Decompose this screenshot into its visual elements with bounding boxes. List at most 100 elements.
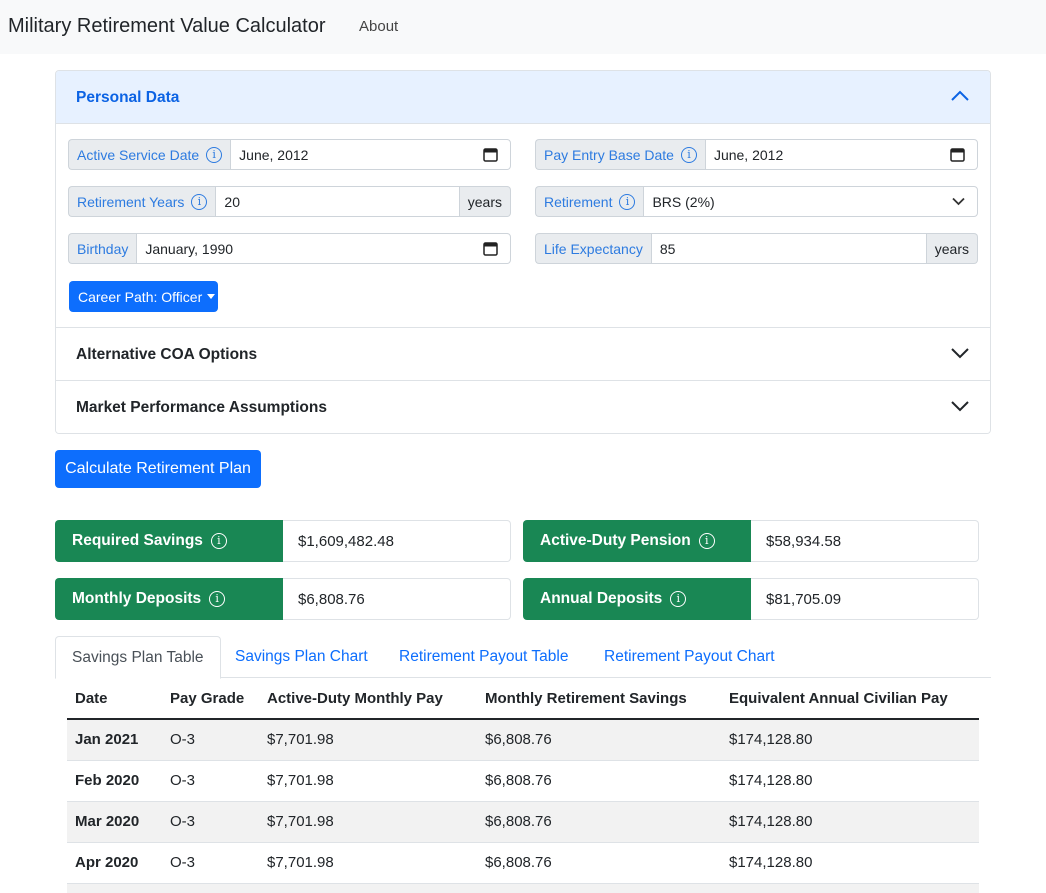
monthly-deposits-result: Monthly Deposits i $6,808.76 bbox=[55, 578, 511, 620]
column-header-civilian-pay: Equivalent Annual Civilian Pay bbox=[721, 679, 979, 720]
retirement-savings-cell: $6,808.76 bbox=[477, 719, 721, 761]
life-expectancy-suffix: years bbox=[926, 233, 978, 264]
pay-grade-cell: O-3 bbox=[162, 760, 259, 802]
alternative-coa-header[interactable]: Alternative COA Options bbox=[56, 327, 990, 380]
active-duty-pension-value: $58,934.58 bbox=[751, 520, 979, 562]
pay-entry-base-date-label: Pay Entry Base Date i bbox=[535, 139, 705, 170]
info-circle-icon[interactable]: i bbox=[191, 193, 208, 210]
chevron-down-icon bbox=[951, 401, 969, 412]
monthly-pay-cell: $7,701.98 bbox=[259, 842, 477, 884]
info-circle-icon[interactable]: i bbox=[206, 146, 223, 163]
table-row: Mar 2020 O-3 $7,701.98 $6,808.76 $174,12… bbox=[67, 801, 979, 843]
column-header-pay-grade: Pay Grade bbox=[162, 679, 259, 720]
calendar-icon[interactable] bbox=[950, 147, 965, 162]
column-header-date: Date bbox=[67, 679, 162, 720]
info-circle-icon[interactable]: i bbox=[619, 193, 636, 210]
chevron-down-icon bbox=[951, 348, 969, 359]
pay-grade-cell bbox=[162, 883, 259, 893]
date-cell bbox=[67, 883, 162, 893]
civilian-pay-cell: $174,128.80 bbox=[721, 719, 979, 761]
result-tabs: Savings Plan Table Savings Plan Chart Re… bbox=[55, 636, 991, 679]
retirement-type-label: Retirement i bbox=[535, 186, 644, 217]
monthly-deposits-value: $6,808.76 bbox=[283, 578, 511, 620]
table-header-row: Date Pay Grade Active-Duty Monthly Pay M… bbox=[67, 679, 979, 720]
table-row: Apr 2020 O-3 $7,701.98 $6,808.76 $174,12… bbox=[67, 842, 979, 884]
active-duty-pension-label: Active-Duty Pension i bbox=[523, 520, 751, 562]
market-assumptions-title: Market Performance Assumptions bbox=[76, 399, 327, 416]
annual-deposits-value: $81,705.09 bbox=[751, 578, 979, 620]
civilian-pay-cell bbox=[721, 883, 979, 893]
active-service-date-input[interactable]: June, 2012 bbox=[230, 139, 511, 170]
life-expectancy-label: Life Expectancy bbox=[535, 233, 651, 264]
savings-plan-table: Date Pay Grade Active-Duty Monthly Pay M… bbox=[67, 679, 979, 893]
personal-data-title: Personal Data bbox=[76, 89, 180, 106]
birthday-group: Birthday January, 1990 bbox=[68, 233, 511, 264]
chevron-down-icon bbox=[952, 197, 965, 206]
life-expectancy-input[interactable]: 85 bbox=[650, 233, 927, 264]
pay-grade-cell: O-3 bbox=[162, 719, 259, 761]
tab-retirement-payout-chart[interactable]: Retirement Payout Chart bbox=[588, 636, 791, 678]
annual-deposits-label: Annual Deposits i bbox=[523, 578, 751, 620]
birthday-input[interactable]: January, 1990 bbox=[136, 233, 511, 264]
active-duty-pension-result: Active-Duty Pension i $58,934.58 bbox=[523, 520, 979, 562]
retirement-years-group: Retirement Years i 20 years bbox=[68, 186, 511, 217]
info-circle-icon[interactable]: i bbox=[698, 533, 715, 549]
settings-accordion: Personal Data Active Service Date i June… bbox=[55, 70, 991, 434]
retirement-savings-cell: $6,808.76 bbox=[477, 801, 721, 843]
table-row: Feb 2020 O-3 $7,701.98 $6,808.76 $174,12… bbox=[67, 760, 979, 802]
active-service-date-group: Active Service Date i June, 2012 bbox=[68, 139, 511, 170]
personal-data-header[interactable]: Personal Data bbox=[56, 71, 990, 124]
retirement-savings-cell bbox=[477, 883, 721, 893]
date-cell: Feb 2020 bbox=[67, 760, 162, 802]
retirement-years-label: Retirement Years i bbox=[68, 186, 216, 217]
navbar: Military Retirement Value Calculator Abo… bbox=[0, 0, 1046, 54]
info-circle-icon[interactable]: i bbox=[670, 591, 687, 607]
monthly-pay-cell: $7,701.98 bbox=[259, 801, 477, 843]
annual-deposits-result: Annual Deposits i $81,705.09 bbox=[523, 578, 979, 620]
civilian-pay-cell: $174,128.80 bbox=[721, 842, 979, 884]
pay-entry-base-date-group: Pay Entry Base Date i June, 2012 bbox=[535, 139, 978, 170]
monthly-deposits-label: Monthly Deposits i bbox=[55, 578, 283, 620]
active-service-date-label: Active Service Date i bbox=[68, 139, 231, 170]
required-savings-result: Required Savings i $1,609,482.48 bbox=[55, 520, 511, 562]
table-row: Jan 2021 O-3 $7,701.98 $6,808.76 $174,12… bbox=[67, 719, 979, 761]
career-path-dropdown-button[interactable]: Career Path: Officer bbox=[69, 281, 218, 312]
tab-retirement-payout-table[interactable]: Retirement Payout Table bbox=[383, 636, 584, 678]
info-circle-icon[interactable]: i bbox=[209, 591, 226, 607]
column-header-retirement-savings: Monthly Retirement Savings bbox=[477, 679, 721, 720]
caret-down-icon bbox=[207, 294, 216, 299]
pay-grade-cell: O-3 bbox=[162, 801, 259, 843]
calendar-icon[interactable] bbox=[483, 147, 498, 162]
alternative-coa-title: Alternative COA Options bbox=[76, 346, 258, 363]
monthly-pay-cell: $7,701.98 bbox=[259, 719, 477, 761]
retirement-type-group: Retirement i BRS (2%) bbox=[535, 186, 978, 217]
info-circle-icon[interactable]: i bbox=[210, 533, 227, 549]
pay-entry-base-date-input[interactable]: June, 2012 bbox=[704, 139, 978, 170]
birthday-label: Birthday bbox=[68, 233, 137, 264]
chevron-up-icon bbox=[951, 90, 969, 101]
retirement-savings-cell: $6,808.76 bbox=[477, 842, 721, 884]
info-circle-icon[interactable]: i bbox=[680, 146, 697, 163]
required-savings-label: Required Savings i bbox=[55, 520, 283, 562]
market-assumptions-header[interactable]: Market Performance Assumptions bbox=[56, 380, 990, 433]
calculate-button[interactable]: Calculate Retirement Plan bbox=[55, 450, 261, 488]
retirement-years-suffix: years bbox=[459, 186, 511, 217]
civilian-pay-cell: $174,128.80 bbox=[721, 801, 979, 843]
monthly-pay-cell bbox=[259, 883, 477, 893]
date-cell: Mar 2020 bbox=[67, 801, 162, 843]
tab-savings-plan-chart[interactable]: Savings Plan Chart bbox=[219, 636, 384, 678]
brand-title[interactable]: Military Retirement Value Calculator bbox=[8, 15, 326, 38]
date-cell: Jan 2021 bbox=[67, 719, 162, 761]
life-expectancy-group: Life Expectancy 85 years bbox=[535, 233, 978, 264]
column-header-monthly-pay: Active-Duty Monthly Pay bbox=[259, 679, 477, 720]
calendar-icon[interactable] bbox=[483, 241, 498, 256]
date-cell: Apr 2020 bbox=[67, 842, 162, 884]
civilian-pay-cell: $174,128.80 bbox=[721, 760, 979, 802]
tab-savings-plan-table[interactable]: Savings Plan Table bbox=[55, 636, 221, 679]
monthly-pay-cell: $7,701.98 bbox=[259, 760, 477, 802]
retirement-years-input[interactable]: 20 bbox=[215, 186, 460, 217]
nav-about-link[interactable]: About bbox=[359, 18, 398, 35]
required-savings-value: $1,609,482.48 bbox=[283, 520, 511, 562]
retirement-type-select[interactable]: BRS (2%) bbox=[643, 186, 978, 217]
table-row bbox=[67, 883, 979, 893]
